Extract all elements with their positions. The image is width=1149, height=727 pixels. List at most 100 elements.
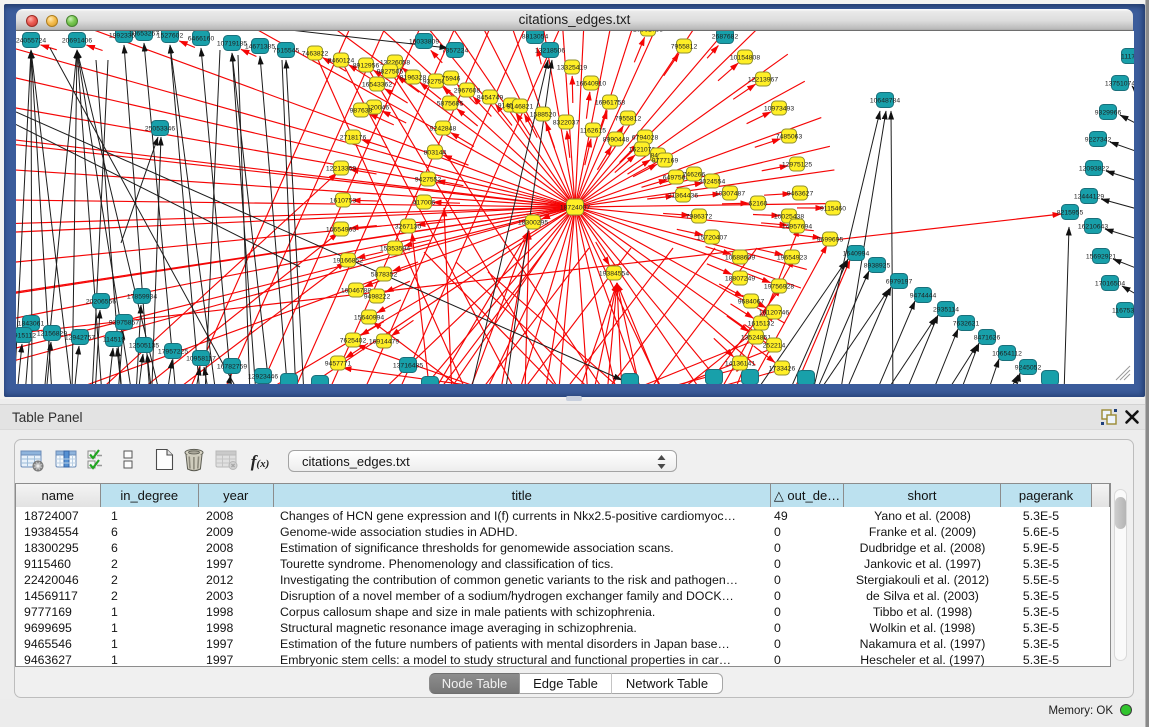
svg-text:8322037: 8322037 — [553, 119, 580, 126]
svg-text:987638: 987638 — [350, 107, 373, 114]
svg-text:10719185: 10719185 — [217, 40, 247, 47]
svg-text:2935114: 2935114 — [933, 306, 959, 313]
svg-text:10973493: 10973493 — [764, 105, 794, 112]
svg-text:19384554: 19384554 — [599, 270, 629, 277]
svg-text:18807249: 18807249 — [725, 275, 755, 282]
svg-text:10654112: 10654112 — [992, 350, 1022, 357]
svg-text:16961758: 16961758 — [595, 99, 625, 106]
svg-text:12975125: 12975125 — [782, 161, 812, 168]
svg-text:62160: 62160 — [749, 200, 768, 207]
svg-text:9777169: 9777169 — [652, 157, 679, 164]
svg-text:9227342: 9227342 — [1085, 136, 1112, 143]
svg-text:3024554: 3024554 — [699, 178, 726, 185]
svg-text:19756928: 19756928 — [764, 283, 794, 290]
svg-text:8471626: 8471626 — [974, 334, 1001, 341]
svg-text:15720407: 15720407 — [697, 234, 727, 241]
svg-text:13218506: 13218506 — [535, 47, 565, 54]
svg-text:8813054: 8813054 — [522, 33, 549, 40]
svg-text:9498222: 9498222 — [364, 293, 391, 300]
svg-text:75946: 75946 — [442, 75, 461, 82]
svg-text:1610753: 1610753 — [330, 197, 357, 204]
svg-text:252214: 252214 — [763, 342, 786, 349]
svg-text:14671385: 14671385 — [245, 43, 275, 50]
svg-text:9329966: 9329966 — [1095, 109, 1122, 116]
svg-text:12093822: 12093822 — [1079, 165, 1109, 172]
svg-text:7632621: 7632621 — [953, 320, 980, 327]
svg-text:6979197: 6979197 — [886, 278, 913, 285]
svg-text:8938925: 8938925 — [864, 262, 891, 269]
svg-text:15640994: 15640994 — [354, 314, 384, 321]
svg-text:21364436: 21364436 — [668, 192, 698, 199]
svg-text:9457771: 9457771 — [325, 360, 352, 367]
svg-text:19166852: 19166852 — [333, 257, 363, 264]
svg-text:19654923: 19654923 — [777, 254, 807, 261]
svg-text:12942757: 12942757 — [65, 334, 95, 341]
svg-text:7485063: 7485063 — [776, 133, 803, 140]
svg-text:1167534: 1167534 — [1112, 307, 1134, 314]
svg-text:13325419: 13325419 — [557, 64, 587, 71]
svg-text:15353594: 15353594 — [380, 245, 410, 252]
svg-text:18724007: 18724007 — [560, 204, 590, 211]
svg-text:15692921: 15692921 — [1086, 253, 1116, 260]
svg-text:8990448: 8990448 — [603, 136, 630, 143]
svg-text:7625402: 7625402 — [340, 337, 367, 344]
svg-text:6466160: 6466160 — [188, 35, 215, 42]
svg-text:10653267: 10653267 — [129, 31, 159, 37]
svg-text:3267130: 3267130 — [395, 223, 422, 230]
svg-text:1640994: 1640994 — [843, 250, 870, 257]
svg-text:8460124: 8460124 — [328, 57, 355, 64]
svg-text:12156829: 12156829 — [37, 330, 67, 337]
svg-text:6794028: 6794028 — [632, 134, 659, 141]
svg-text:10154808: 10154808 — [730, 54, 760, 61]
svg-text:25053346: 25053346 — [145, 125, 175, 132]
svg-text:1588520: 1588520 — [530, 111, 557, 118]
svg-text:13751074: 13751074 — [1105, 80, 1134, 87]
svg-text:10648784: 10648784 — [870, 97, 900, 104]
svg-text:18300295: 18300295 — [518, 219, 548, 226]
svg-text:10958117: 10958117 — [186, 355, 216, 362]
svg-text:803144: 803144 — [424, 149, 447, 156]
svg-text:12213369: 12213369 — [326, 165, 356, 172]
svg-text:5875685: 5875685 — [437, 100, 464, 107]
svg-text:16210643: 16210643 — [1078, 223, 1108, 230]
svg-text:2687682: 2687682 — [712, 33, 739, 40]
svg-text:1162615: 1162615 — [580, 127, 606, 134]
svg-text:9245052: 9245052 — [1015, 364, 1042, 371]
svg-text:417006: 417006 — [413, 199, 436, 206]
svg-text:12444129: 12444129 — [1074, 193, 1104, 200]
svg-text:9146821: 9146821 — [507, 103, 534, 110]
svg-text:11171: 11171 — [1121, 53, 1134, 60]
svg-text:10688609: 10688609 — [725, 254, 755, 261]
svg-text:16120746: 16120746 — [759, 309, 789, 316]
svg-text:16543362: 16543362 — [362, 81, 392, 88]
svg-text:9427552: 9427552 — [415, 176, 442, 183]
svg-text:16033809: 16033809 — [409, 38, 439, 45]
svg-text:f(x): f(x) — [251, 452, 270, 471]
svg-text:16640910: 16640910 — [576, 80, 606, 87]
svg-text:13716485: 13716485 — [393, 362, 423, 369]
svg-text:5878352: 5878352 — [371, 271, 398, 278]
svg-text:1615132: 1615132 — [748, 320, 775, 327]
svg-text:7357224: 7357224 — [442, 47, 469, 54]
svg-text:9474444: 9474444 — [910, 292, 937, 299]
svg-text:746266: 746266 — [683, 171, 706, 178]
svg-text:114519: 114519 — [103, 336, 125, 343]
svg-text:20206556: 20206556 — [86, 298, 116, 305]
svg-text:24055724: 24055724 — [16, 37, 46, 44]
svg-text:7515545: 7515545 — [273, 47, 300, 54]
svg-text:16782759: 16782759 — [217, 363, 247, 370]
svg-text:9463627: 9463627 — [787, 190, 814, 197]
svg-text:17859934: 17859934 — [127, 293, 157, 300]
svg-text:7955812: 7955812 — [615, 115, 642, 122]
svg-text:8454749: 8454749 — [477, 94, 504, 101]
svg-text:20691406: 20691406 — [62, 37, 92, 44]
svg-text:1527602: 1527602 — [157, 32, 184, 39]
svg-text:8912956: 8912956 — [353, 62, 380, 69]
svg-text:1733426: 1733426 — [769, 365, 796, 372]
svg-text:9242848: 9242848 — [430, 125, 457, 132]
svg-text:9115460: 9115460 — [820, 205, 846, 212]
svg-text:8215955: 8215955 — [1057, 209, 1084, 216]
svg-text:93975857: 93975857 — [109, 319, 139, 326]
svg-text:7955812: 7955812 — [671, 43, 698, 50]
svg-text:9684067: 9684067 — [738, 298, 765, 305]
